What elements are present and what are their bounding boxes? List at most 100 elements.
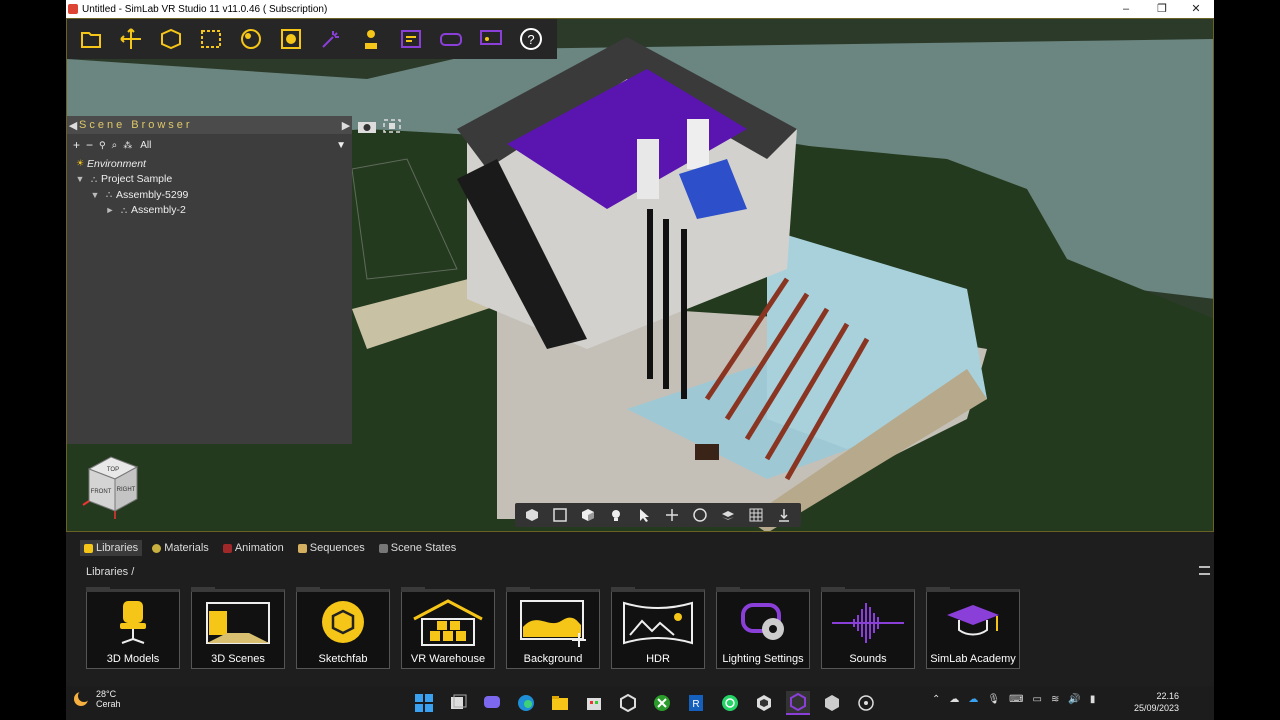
scene-browser-title: Scene Browser <box>79 119 193 131</box>
scene-browser-header: ◀ Scene Browser ▶ <box>67 116 352 134</box>
add-icon[interactable]: + <box>73 138 80 152</box>
presenter-icon[interactable] <box>471 21 511 57</box>
tab-animation[interactable]: Animation <box>219 540 288 556</box>
window-title: Untitled - SimLab VR Studio 11 v11.0.46 … <box>82 3 328 15</box>
room-scene-icon <box>206 602 270 644</box>
maximize-button[interactable]: ❐ <box>1144 0 1180 18</box>
zoom-fit-icon[interactable] <box>547 505 573 525</box>
scene-list-icon[interactable] <box>391 21 431 57</box>
windows-start-icon[interactable] <box>412 691 436 715</box>
vr-user-icon[interactable] <box>351 21 391 57</box>
remove-icon[interactable]: − <box>86 138 93 152</box>
chat-icon[interactable] <box>480 691 504 715</box>
tab-sequences[interactable]: Sequences <box>294 540 369 556</box>
revit-icon[interactable]: R <box>684 691 708 715</box>
vr-headset-icon[interactable] <box>431 21 471 57</box>
grid-icon[interactable] <box>743 505 769 525</box>
scene-states-icon <box>378 543 388 553</box>
breadcrumb-root[interactable]: Libraries <box>86 566 128 578</box>
svg-text:R: R <box>692 699 699 710</box>
lighting-settings-icon <box>741 603 784 640</box>
tab-libraries[interactable]: Libraries <box>80 540 143 556</box>
weather-widget[interactable]: 28°C Cerah <box>72 689 121 709</box>
edge-browser-icon[interactable] <box>514 691 538 715</box>
windows-taskbar: 28°C Cerah R ⌃ ☁ ☁ 🎙 ⌨ ▭ ≋ 🔊 ▮ 22.16 25/0… <box>66 686 1214 720</box>
library-card-simlab-academy[interactable]: SimLab Academy <box>926 587 1020 669</box>
cloud-icon[interactable]: ☁ <box>949 694 959 705</box>
library-card-3d-models[interactable]: 3D Models <box>86 587 180 669</box>
3d-viewport[interactable]: ? ◀ Scene Browser ▶ + − ⚲ ⌕ ⁂ All ▼ ☀ Envi… <box>66 18 1214 532</box>
task-view-icon[interactable] <box>446 691 470 715</box>
tab-materials[interactable]: Materials <box>148 540 213 556</box>
tab-label: Materials <box>164 542 209 554</box>
orbit-icon[interactable] <box>687 505 713 525</box>
pan-icon[interactable] <box>659 505 685 525</box>
library-card-vr-warehouse[interactable]: VR Warehouse <box>401 587 495 669</box>
camera-icon[interactable] <box>357 118 377 134</box>
tree-item-assembly-2[interactable]: ► ⛬ Assembly-2 <box>67 203 352 219</box>
search-icon[interactable]: ⌕ <box>112 140 118 151</box>
minimize-button[interactable]: – <box>1108 0 1144 18</box>
materials-icon[interactable] <box>231 21 271 57</box>
card-label: Background <box>523 653 583 665</box>
collapse-left-icon[interactable]: ◀ <box>67 119 79 132</box>
transform-icon[interactable] <box>111 21 151 57</box>
library-card-3d-scenes[interactable]: 3D Scenes <box>191 587 285 669</box>
sketchup-icon[interactable] <box>752 691 776 715</box>
library-card-background[interactable]: Background <box>506 587 600 669</box>
filter-dropdown[interactable]: All ▼ <box>138 140 352 151</box>
obs-icon[interactable] <box>854 691 878 715</box>
microphone-icon[interactable]: 🎙 <box>987 694 1000 705</box>
keyboard-icon[interactable]: ⌨ <box>1009 694 1023 705</box>
app-icon[interactable] <box>820 691 844 715</box>
render-icon[interactable] <box>271 21 311 57</box>
edit-icon[interactable] <box>151 21 191 57</box>
ground-snap-icon[interactable] <box>771 505 797 525</box>
whatsapp-icon[interactable] <box>718 691 742 715</box>
store-icon[interactable] <box>582 691 606 715</box>
tree-item-assembly-5299[interactable]: ▼ ⛬ Assembly-5299 <box>67 187 352 203</box>
effects-icon[interactable] <box>311 21 351 57</box>
expand-arrow-icon[interactable]: ► <box>103 205 117 215</box>
group-icon[interactable]: ⁂ <box>123 140 132 151</box>
chevron-up-icon[interactable]: ⌃ <box>932 694 940 705</box>
light-bulb-icon[interactable] <box>603 505 629 525</box>
chair-icon <box>120 601 146 644</box>
sketchfab-icon <box>322 601 364 643</box>
materials-tab-icon <box>152 543 162 553</box>
expand-arrow-icon[interactable]: ▼ <box>88 190 102 200</box>
fit-view-icon[interactable] <box>382 118 402 134</box>
card-label: Lighting Settings <box>722 653 804 665</box>
unity-icon[interactable] <box>616 691 640 715</box>
simlab-taskbar-icon[interactable] <box>786 691 810 715</box>
title-bar: Untitled - SimLab VR Studio 11 v11.0.46 … <box>66 0 1214 18</box>
select-region-icon[interactable] <box>191 21 231 57</box>
battery-icon[interactable]: ▮ <box>1090 694 1096 705</box>
library-card-hdr[interactable]: HDR <box>611 587 705 669</box>
xbox-icon[interactable] <box>650 691 674 715</box>
expand-arrow-icon[interactable]: ▼ <box>73 174 87 184</box>
open-icon[interactable] <box>71 21 111 57</box>
pointer-icon[interactable] <box>631 505 657 525</box>
clock[interactable]: 22.16 25/09/2023 <box>1134 690 1179 714</box>
expand-right-icon[interactable]: ▶ <box>340 119 352 132</box>
tree-item-environment[interactable]: ☀ Environment <box>67 156 352 172</box>
list-view-icon[interactable] <box>1199 566 1210 575</box>
library-card-lighting-settings[interactable]: Lighting Settings <box>716 587 810 669</box>
tree-item-project[interactable]: ▼ ⛬ Project Sample <box>67 172 352 188</box>
display-icon[interactable]: ▭ <box>1033 694 1042 705</box>
view-cube-icon[interactable] <box>519 505 545 525</box>
library-card-sounds[interactable]: Sounds <box>821 587 915 669</box>
onedrive-icon[interactable]: ☁ <box>968 694 978 705</box>
navigation-cube[interactable]: TOP FRONT RIGHT <box>81 451 151 523</box>
layers-icon[interactable] <box>715 505 741 525</box>
help-icon[interactable]: ? <box>511 21 551 57</box>
link-icon[interactable]: ⚲ <box>99 140 106 151</box>
volume-icon[interactable]: 🔊 <box>1068 694 1080 705</box>
tab-scene-states[interactable]: Scene States <box>375 540 460 556</box>
wifi-icon[interactable]: ≋ <box>1051 694 1059 705</box>
shading-icon[interactable] <box>575 505 601 525</box>
library-card-sketchfab[interactable]: Sketchfab <box>296 587 390 669</box>
file-explorer-icon[interactable] <box>548 691 572 715</box>
close-button[interactable]: ✕ <box>1178 0 1214 18</box>
